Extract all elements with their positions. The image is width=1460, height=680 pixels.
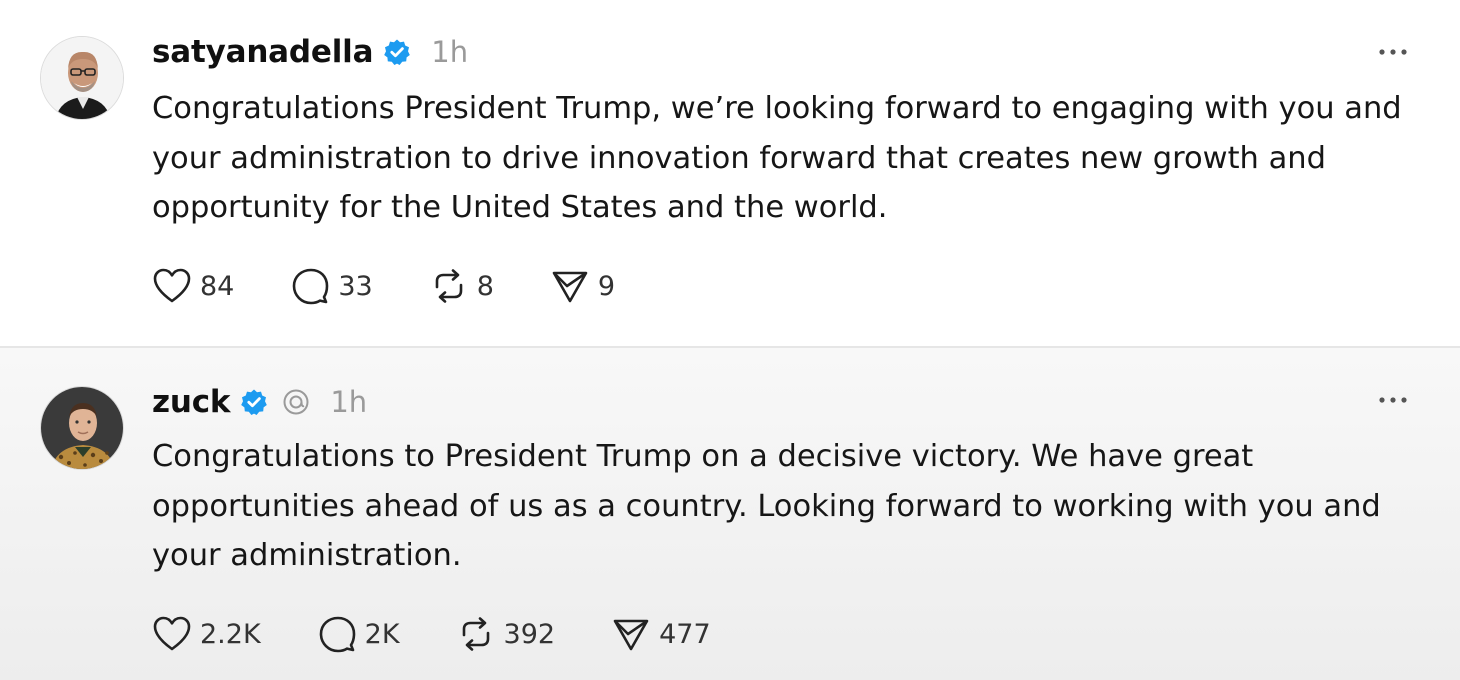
repost-count: 8 xyxy=(476,270,494,302)
post-header: satyanadella 1h xyxy=(152,32,468,72)
threads-icon xyxy=(282,388,310,416)
repost-button[interactable]: 8 xyxy=(429,267,494,305)
share-count: 477 xyxy=(659,618,711,650)
verified-badge-icon xyxy=(383,38,411,66)
share-count: 9 xyxy=(597,270,616,302)
like-count: 2.2K xyxy=(200,618,261,650)
username[interactable]: satyanadella xyxy=(152,34,373,70)
reply-count: 33 xyxy=(338,270,373,302)
timestamp: 1h xyxy=(431,35,469,69)
post-text: Congratulations to President Trump on a … xyxy=(152,439,1381,573)
heart-icon xyxy=(153,268,191,303)
post-actions: 2.2K 2K 392 477 xyxy=(152,614,767,654)
reply-count: 2K xyxy=(364,618,400,650)
post-text: Congratulations President Trump, we’re l… xyxy=(152,91,1402,225)
heart-icon xyxy=(153,616,191,651)
more-icon[interactable] xyxy=(1374,42,1414,62)
username[interactable]: zuck xyxy=(152,384,231,420)
avatar[interactable] xyxy=(40,386,124,470)
post-satyanadella: satyanadella 1h Congratulations Presiden… xyxy=(0,0,1460,346)
reply-button[interactable]: 2K xyxy=(317,615,400,653)
timestamp: 1h xyxy=(330,385,368,419)
post-zuck: zuck 1h Congratulations to President Tru… xyxy=(0,346,1460,680)
post-header: zuck 1h xyxy=(152,382,367,422)
post-actions: 84 33 8 9 xyxy=(152,266,671,306)
share-button[interactable]: 477 xyxy=(611,615,711,653)
verified-badge-icon xyxy=(240,388,268,416)
share-icon xyxy=(552,271,588,303)
repost-icon xyxy=(462,617,489,651)
reply-icon xyxy=(319,616,355,653)
repost-count: 392 xyxy=(503,618,556,650)
repost-icon xyxy=(435,269,463,303)
like-button[interactable]: 2.2K xyxy=(152,615,261,653)
repost-button[interactable]: 392 xyxy=(456,615,556,653)
thread-feed: satyanadella 1h Congratulations Presiden… xyxy=(0,0,1460,680)
reply-icon xyxy=(293,268,329,305)
more-icon[interactable] xyxy=(1374,390,1414,410)
like-count: 84 xyxy=(200,270,235,302)
share-button[interactable]: 9 xyxy=(550,267,615,305)
like-button[interactable]: 84 xyxy=(152,267,234,305)
share-icon xyxy=(613,619,649,651)
reply-button[interactable]: 33 xyxy=(290,267,373,305)
avatar[interactable] xyxy=(40,36,124,120)
